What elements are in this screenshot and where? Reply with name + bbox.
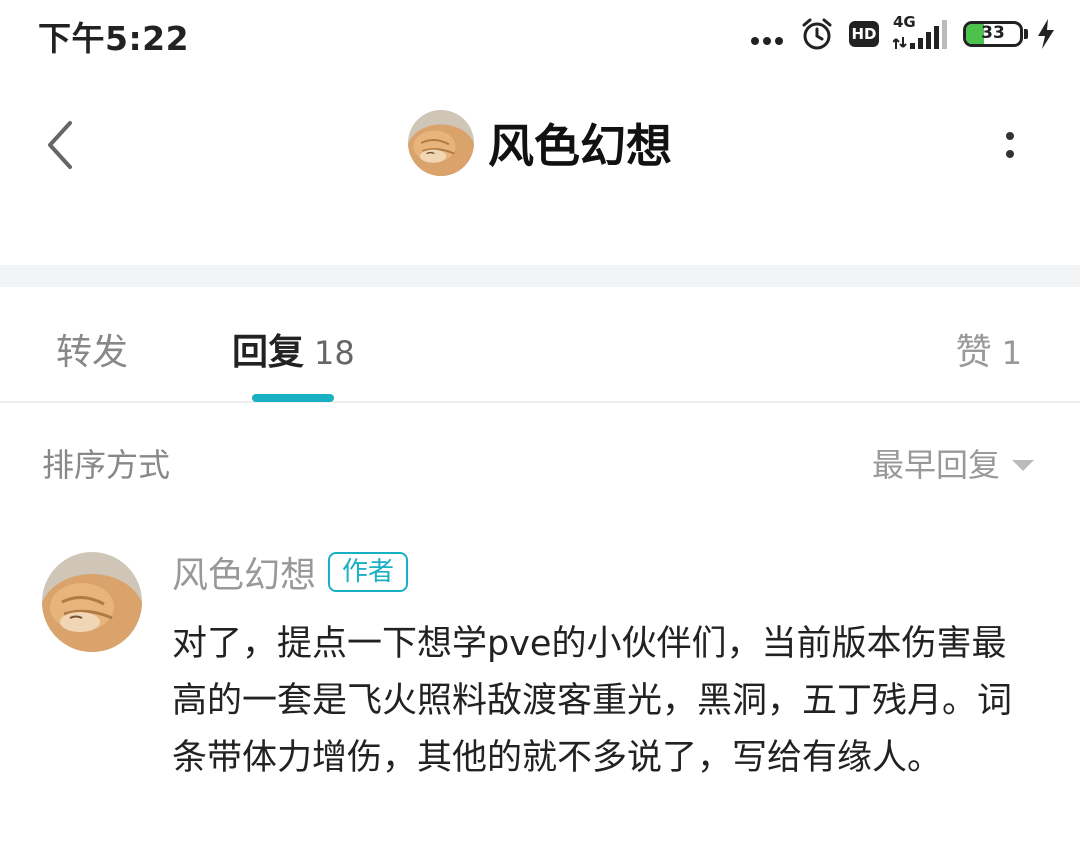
active-tab-indicator bbox=[252, 394, 334, 402]
caret-down-icon bbox=[1012, 459, 1034, 471]
status-bar: 下午5:22 HD 4G 33 bbox=[0, 0, 1080, 70]
sort-value: 最早回复 bbox=[871, 446, 1000, 484]
comment-avatar[interactable] bbox=[42, 552, 142, 652]
tab-bar: 转发 回复 18 赞1 bbox=[0, 287, 1080, 403]
sort-row: 排序方式 最早回复 bbox=[0, 420, 1080, 500]
author-badge: 作者 bbox=[328, 552, 409, 592]
battery-icon: 33 bbox=[963, 21, 1028, 47]
charging-bolt-icon bbox=[1038, 19, 1054, 49]
comment-text: 对了，提点一下想学pve的小伙伴们，当前版本伤害最高的一套是飞火照料敌渡客重光，… bbox=[172, 624, 1013, 778]
header-title: 风色幻想 bbox=[488, 119, 672, 173]
alarm-icon bbox=[802, 18, 832, 50]
header-avatar[interactable] bbox=[408, 110, 474, 176]
header-center: 风色幻想 bbox=[0, 110, 1080, 176]
hd-icon: HD bbox=[849, 21, 879, 47]
sort-dropdown[interactable]: 最早回复 bbox=[872, 440, 1034, 486]
tab-like[interactable]: 赞1 bbox=[956, 323, 1022, 375]
battery-level: 33 bbox=[981, 23, 1005, 43]
more-vertical-icon[interactable] bbox=[990, 120, 1030, 170]
comment-author[interactable]: 风色幻想 bbox=[172, 546, 316, 598]
tab-forward-label: 转发 bbox=[56, 332, 129, 373]
status-time: 下午5:22 bbox=[38, 19, 190, 58]
signal-icon: 4G bbox=[893, 13, 949, 51]
tab-reply[interactable]: 回复 18 bbox=[232, 323, 355, 375]
section-divider bbox=[0, 265, 1080, 287]
tab-reply-label: 回复 bbox=[232, 332, 305, 373]
weibo-reply-page: 下午5:22 HD 4G 33 风色幻想 转发 回复 18 赞 1 排序方式 最… bbox=[0, 0, 1080, 857]
comment-meta: 风色幻想 作者 bbox=[172, 546, 409, 598]
comment-item: 风色幻想 作者 对了，提点一下想学pve的小伙伴们，当前版本伤害最高的一套是飞火… bbox=[0, 540, 1080, 857]
sort-label: 排序方式 bbox=[42, 446, 171, 484]
more-dots-icon bbox=[749, 23, 785, 45]
tab-reply-count: 18 bbox=[314, 334, 355, 372]
tab-like-label: 赞 bbox=[955, 332, 992, 373]
app-header: 风色幻想 bbox=[0, 80, 1080, 210]
status-icons: HD 4G 33 bbox=[735, 13, 1056, 54]
tab-forward[interactable]: 转发 bbox=[56, 323, 128, 375]
tab-like-count: 1 bbox=[1001, 334, 1022, 372]
